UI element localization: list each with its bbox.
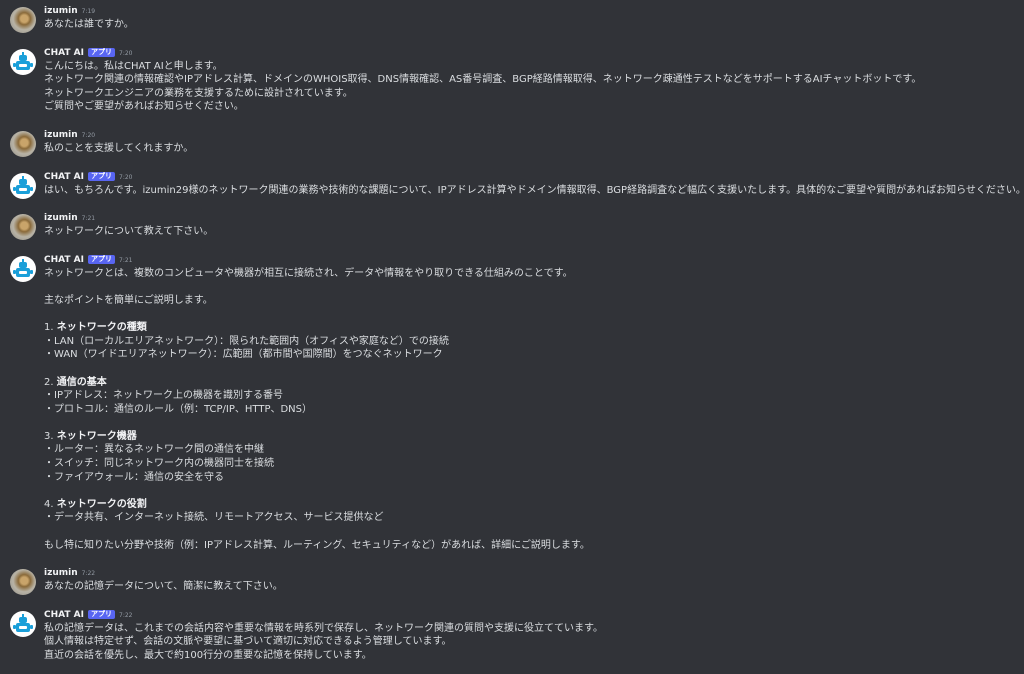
timestamp: 7:19 (81, 8, 96, 15)
message-line: ・WAN（ワイドエリアネットワーク）：広範囲（都市間や国際間）をつなぐネットワー… (44, 349, 443, 361)
message-body: 私の記憶データは、これまでの会話内容や重要な情報を時系列で保存し、ネットワーク関… (44, 622, 1024, 663)
author-name[interactable]: izumin (44, 4, 78, 18)
bot-avatar[interactable] (10, 610, 36, 637)
message-header: izumin 7:20 (44, 128, 1024, 142)
message-body: あなたは誰ですか。 (44, 18, 1024, 32)
app-badge: アプリ (88, 609, 115, 619)
author-name[interactable]: izumin (44, 566, 78, 580)
timestamp: 7:21 (81, 215, 96, 223)
message-line: ネットワーク関連の情報確認やIPアドレス計算、ドメインのWHOIS取得、DNS情… (44, 74, 922, 86)
chat-log: izumin 7:19 あなたは誰ですか。 CHAT AI アプリ 7:20 こんにちは。私… (0, 0, 1024, 663)
message-line: ・データ共有、インターネット接続、リモートアクセス、サービス提供など (44, 512, 384, 524)
message-line: 個人情報は特定せず、会話の文脈や要望に基づいて適切に対応できるよう管理しています… (44, 636, 452, 648)
message: CHAT AI アプリ 7:20 はい、もちろんです。izumin29様のネットワーク… (0, 170, 1024, 199)
message-line: こんにちは。私はCHAT AIと申します。 (44, 60, 223, 72)
message-body: あなたの記憶データについて、簡潔に教えて下さい。 (44, 580, 1024, 594)
robot-icon (11, 256, 35, 281)
message-header: CHAT AI アプリ 7:20 (44, 46, 1024, 60)
user-avatar[interactable] (10, 214, 36, 241)
timestamp: 7:22 (119, 611, 133, 619)
timestamp: 7:20 (81, 131, 96, 139)
message-line: 私のことを支援してくれますか。 (44, 142, 194, 154)
author-name[interactable]: CHAT AI (44, 608, 84, 622)
message-header: izumin 7:21 (44, 211, 1024, 225)
message-line: ネットワークとは、複数のコンピュータや機器が相互に接続され、データや情報をやり取… (44, 267, 573, 279)
author-name[interactable]: CHAT AI (44, 253, 84, 267)
message: CHAT AI アプリ 7:21 ネットワークとは、複数のコンピュータや機器が相互に接… (0, 253, 1024, 552)
app-badge: アプリ (88, 47, 115, 57)
robot-icon (11, 49, 35, 74)
message-header: izumin 7:19 (44, 4, 1024, 18)
message-line: 1. ネットワークの種類 (44, 322, 147, 334)
user-avatar[interactable] (10, 569, 36, 596)
message-body: こんにちは。私はCHAT AIと申します。ネットワーク関連の情報確認やIPアドレ… (44, 60, 1024, 114)
bot-avatar[interactable] (10, 48, 36, 75)
app-badge: アプリ (88, 171, 115, 181)
message-body: ネットワークとは、複数のコンピュータや機器が相互に接続され、データや情報をやり取… (44, 267, 1024, 552)
message-line: あなたの記憶データについて、簡潔に教えて下さい。 (44, 581, 283, 593)
message-line: あなたは誰ですか。 (44, 19, 134, 30)
author-name[interactable]: CHAT AI (44, 170, 84, 184)
message: izumin 7:19 あなたは誰ですか。 (0, 4, 1024, 33)
message-line: ご質問やご要望があればお知らせください。 (44, 101, 244, 113)
user-avatar[interactable] (10, 7, 36, 33)
message-line: はい、もちろんです。izumin29様のネットワーク関連の業務や技術的な課題につ… (44, 184, 1024, 196)
message-line: もし特に知りたい分野や技術（例：IPアドレス計算、ルーティング、セキュリティなど… (44, 539, 590, 551)
message-line: ネットワークについて教えて下さい。 (44, 226, 214, 238)
message-line: 主なポイントを簡単にご説明します。 (44, 294, 213, 306)
message-line: ・ファイアウォール：通信の安全を守る (44, 471, 224, 483)
message-header: CHAT AI アプリ 7:22 (44, 608, 1024, 622)
message-line: ・LAN（ローカルエリアネットワーク）：限られた範囲内（オフィスや家庭など）での… (44, 335, 449, 347)
message-body: ネットワークについて教えて下さい。 (44, 225, 1024, 239)
message-line: ネットワークエンジニアの業務を支援するために設計されています。 (44, 87, 353, 99)
user-avatar[interactable] (10, 130, 36, 157)
app-badge: アプリ (88, 254, 115, 264)
message-line: 4. ネットワークの役割 (44, 498, 147, 510)
author-name[interactable]: CHAT AI (44, 46, 84, 60)
message-body: 私のことを支援してくれますか。 (44, 142, 1024, 156)
timestamp: 7:20 (119, 49, 133, 57)
message-line: 2. 通信の基本 (44, 376, 107, 388)
message-header: izumin 7:22 (44, 566, 1024, 580)
author-name[interactable]: izumin (44, 128, 78, 142)
message-line: ・スイッチ：同じネットワーク内の機器同士を接続 (44, 458, 274, 470)
message-header: CHAT AI アプリ 7:20 (44, 170, 1024, 184)
timestamp: 7:22 (81, 570, 96, 578)
message: CHAT AI アプリ 7:20 こんにちは。私はCHAT AIと申します。ネットワー… (0, 46, 1024, 114)
bot-avatar[interactable] (10, 172, 36, 199)
robot-icon (11, 173, 35, 198)
message-line: ・IPアドレス：ネットワーク上の機器を識別する番号 (44, 390, 283, 402)
message-body: はい、もちろんです。izumin29様のネットワーク関連の業務や技術的な課題につ… (44, 184, 1024, 198)
timestamp: 7:20 (119, 173, 133, 181)
robot-icon (11, 611, 35, 636)
message-line: ・プロトコル：通信のルール（例：TCP/IP、HTTP、DNS） (44, 403, 313, 415)
message-line: ・ルーター：異なるネットワーク間の通信を中継 (44, 444, 264, 456)
message: izumin 7:21 ネットワークについて教えて下さい。 (0, 211, 1024, 241)
message-header: CHAT AI アプリ 7:21 (44, 253, 1024, 267)
timestamp: 7:21 (119, 256, 133, 264)
message-line: 直近の会話を優先し、最大で約100行分の重要な記憶を保持しています。 (44, 650, 372, 661)
bot-avatar[interactable] (10, 255, 36, 282)
message: CHAT AI アプリ 7:22 私の記憶データは、これまでの会話内容や重要な情報を時… (0, 608, 1024, 663)
author-name[interactable]: izumin (44, 211, 78, 225)
message: izumin 7:20 私のことを支援してくれますか。 (0, 128, 1024, 157)
message: izumin 7:22 あなたの記憶データについて、簡潔に教えて下さい。 (0, 566, 1024, 596)
message-line: 私の記憶データは、これまでの会話内容や重要な情報を時系列で保存し、ネットワーク関… (44, 622, 603, 634)
message-line: 3. ネットワーク機器 (44, 430, 137, 442)
